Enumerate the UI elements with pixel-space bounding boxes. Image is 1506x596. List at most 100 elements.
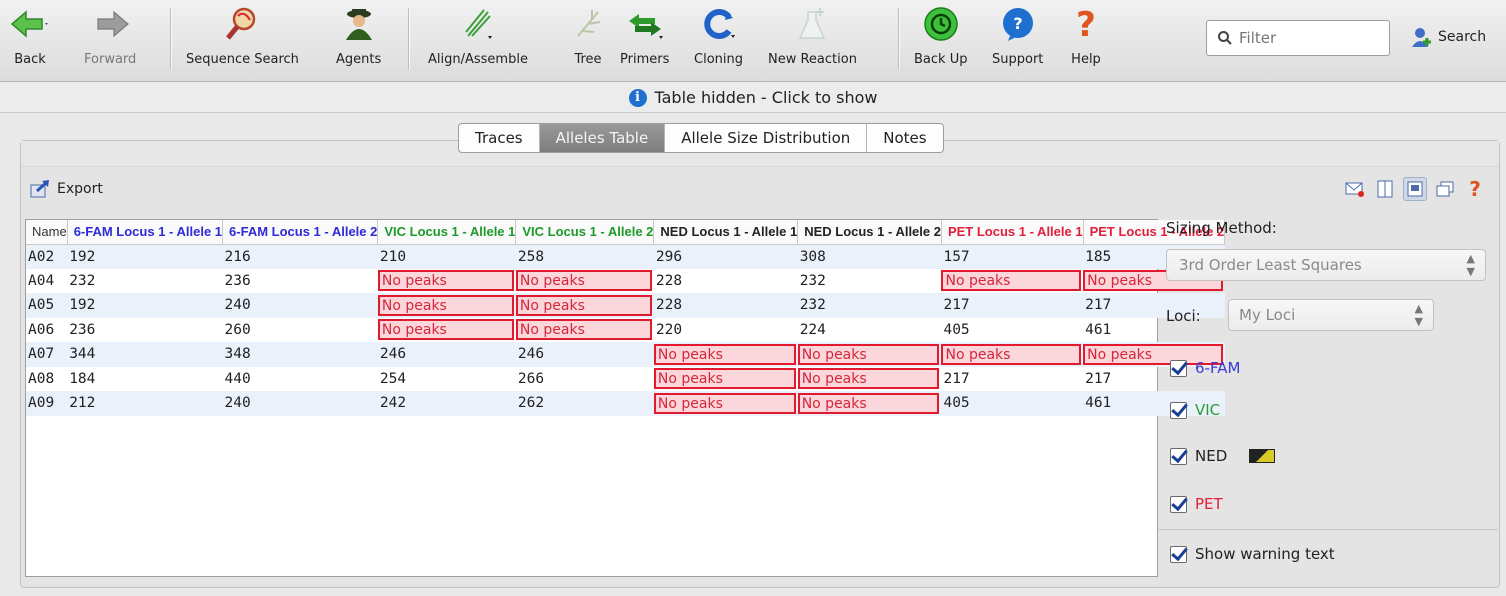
sample-name-cell[interactable]: A09 bbox=[26, 391, 68, 416]
column-header[interactable]: VIC Locus 1 - Allele 1 bbox=[377, 220, 517, 245]
allele-size-cell[interactable]: 440 bbox=[223, 367, 378, 392]
allele-size-cell[interactable]: 228 bbox=[654, 269, 798, 294]
no-peaks-cell[interactable]: No peaks bbox=[377, 318, 516, 343]
table-row[interactable]: A04 232 236 No peaks No peaks 228 232 No peaks N… bbox=[26, 269, 1225, 294]
allele-size-cell[interactable]: 216 bbox=[222, 244, 378, 269]
no-peaks-cell[interactable]: No peaks bbox=[653, 367, 798, 392]
table-row[interactable]: A06 236 260 No peaks No peaks 220 224 405 461 bbox=[26, 318, 1225, 343]
table-row[interactable]: A02 192 216 210 258 296 308 157 185 bbox=[26, 244, 1225, 269]
sequence-search-button[interactable]: Sequence Search bbox=[186, 4, 299, 76]
column-header[interactable]: NED Locus 1 - Allele 2 bbox=[797, 220, 942, 245]
sample-name-cell[interactable]: A08 bbox=[26, 367, 67, 392]
allele-size-cell[interactable]: 246 bbox=[377, 342, 516, 367]
tree-button[interactable]: Tree bbox=[568, 4, 608, 76]
tab-notes[interactable]: Notes bbox=[867, 124, 942, 152]
allele-size-cell[interactable]: 210 bbox=[377, 244, 516, 269]
column-header[interactable]: NED Locus 1 - Allele 1 bbox=[653, 220, 799, 245]
filter-field[interactable] bbox=[1206, 20, 1390, 56]
allele-size-cell[interactable]: 242 bbox=[377, 391, 516, 416]
dye-checkbox-6fam[interactable]: 6-FAM bbox=[1170, 359, 1240, 377]
allele-size-cell[interactable]: 260 bbox=[223, 318, 378, 343]
no-peaks-cell[interactable]: No peaks bbox=[797, 391, 942, 416]
allele-size-cell[interactable]: 217 bbox=[941, 293, 1084, 318]
allele-size-cell[interactable]: 157 bbox=[941, 244, 1084, 269]
allele-size-cell[interactable]: 266 bbox=[516, 367, 654, 392]
allele-size-cell[interactable]: 405 bbox=[941, 391, 1084, 416]
back-up-button[interactable]: Back Up bbox=[914, 4, 967, 76]
help-button[interactable]: ? Help bbox=[1066, 4, 1106, 76]
split-view-icon[interactable] bbox=[1403, 177, 1427, 201]
sample-name-cell[interactable]: A05 bbox=[26, 293, 68, 318]
allele-size-cell[interactable]: 240 bbox=[222, 293, 378, 318]
column-header-name[interactable]: Name bbox=[26, 220, 68, 245]
no-peaks-cell[interactable]: No peaks bbox=[797, 342, 942, 367]
allele-size-cell[interactable]: 220 bbox=[654, 318, 798, 343]
cloning-button[interactable]: Cloning bbox=[694, 4, 743, 76]
table-hidden-banner[interactable]: i Table hidden - Click to show bbox=[0, 83, 1506, 113]
no-peaks-cell[interactable]: No peaks bbox=[377, 269, 516, 294]
allele-size-cell[interactable]: 258 bbox=[515, 244, 654, 269]
forward-button[interactable]: Forward bbox=[84, 4, 136, 76]
no-peaks-cell[interactable]: No peaks bbox=[941, 342, 1084, 367]
allele-size-cell[interactable]: 348 bbox=[222, 342, 378, 367]
checkbox-checked-icon[interactable] bbox=[1170, 447, 1187, 465]
allele-size-cell[interactable]: 217 bbox=[941, 367, 1083, 392]
table-row[interactable]: A09 212 240 242 262 No peaks No peaks 405 461 bbox=[26, 391, 1225, 416]
allele-size-cell[interactable]: 212 bbox=[67, 391, 223, 416]
columns-icon[interactable] bbox=[1373, 177, 1397, 201]
dye-checkbox-ned[interactable]: NED bbox=[1170, 447, 1276, 465]
allele-size-cell[interactable]: 262 bbox=[515, 391, 654, 416]
allele-size-cell[interactable]: 405 bbox=[941, 318, 1083, 343]
dye-checkbox-pet[interactable]: PET bbox=[1170, 495, 1223, 513]
allele-size-cell[interactable]: 254 bbox=[378, 367, 516, 392]
no-peaks-cell[interactable]: No peaks bbox=[515, 293, 654, 318]
table-row[interactable]: A07 344 348 246 246 No peaks No peaks No peaks N… bbox=[26, 342, 1225, 367]
new-window-icon[interactable] bbox=[1433, 177, 1457, 201]
allele-size-cell[interactable]: 236 bbox=[67, 318, 222, 343]
no-peaks-cell[interactable]: No peaks bbox=[515, 269, 654, 294]
align-assemble-button[interactable]: Align/Assemble bbox=[428, 4, 528, 76]
allele-size-cell[interactable]: 232 bbox=[797, 293, 942, 318]
checkbox-checked-icon[interactable] bbox=[1170, 359, 1187, 377]
dye-checkbox-vic[interactable]: VIC bbox=[1170, 401, 1220, 419]
no-peaks-cell[interactable]: No peaks bbox=[515, 318, 654, 343]
checkbox-checked-icon[interactable] bbox=[1170, 401, 1187, 419]
tab-allele-size-distribution[interactable]: Allele Size Distribution bbox=[665, 124, 868, 152]
email-icon[interactable] bbox=[1343, 177, 1367, 201]
checkbox-checked-icon[interactable] bbox=[1170, 545, 1187, 563]
no-peaks-cell[interactable]: No peaks bbox=[797, 367, 942, 392]
search-button[interactable]: Search bbox=[1410, 26, 1486, 48]
export-button[interactable]: Export bbox=[29, 179, 103, 199]
support-button[interactable]: ? Support bbox=[992, 4, 1043, 76]
help-question-icon[interactable]: ? bbox=[1463, 177, 1487, 201]
tab-traces[interactable]: Traces bbox=[459, 124, 540, 152]
agents-button[interactable]: Agents bbox=[336, 4, 381, 76]
tab-alleles-table[interactable]: Alleles Table bbox=[539, 124, 666, 152]
no-peaks-cell[interactable]: No peaks bbox=[653, 391, 798, 416]
no-peaks-cell[interactable]: No peaks bbox=[377, 293, 516, 318]
column-header[interactable]: 6-FAM Locus 1 - Allele 1 bbox=[67, 220, 224, 245]
allele-size-cell[interactable]: 224 bbox=[798, 318, 942, 343]
column-header[interactable]: PET Locus 1 - Allele 1 bbox=[941, 220, 1084, 245]
loci-select[interactable]: My Loci ▲ ▼ bbox=[1228, 299, 1434, 331]
allele-size-cell[interactable]: 236 bbox=[223, 269, 378, 294]
sample-name-cell[interactable]: A04 bbox=[26, 269, 67, 294]
sample-name-cell[interactable]: A07 bbox=[26, 342, 68, 367]
allele-size-cell[interactable]: 228 bbox=[653, 293, 798, 318]
allele-size-cell[interactable]: 232 bbox=[67, 269, 222, 294]
sample-name-cell[interactable]: A02 bbox=[26, 244, 68, 269]
column-header[interactable]: 6-FAM Locus 1 - Allele 2 bbox=[222, 220, 379, 245]
sizing-method-select[interactable]: 3rd Order Least Squares ▲ ▼ bbox=[1166, 249, 1486, 281]
allele-size-cell[interactable]: 184 bbox=[67, 367, 222, 392]
back-button[interactable]: Back bbox=[10, 4, 50, 76]
no-peaks-cell[interactable]: No peaks bbox=[653, 342, 798, 367]
no-peaks-cell[interactable]: No peaks bbox=[941, 269, 1083, 294]
allele-size-cell[interactable]: 192 bbox=[67, 244, 223, 269]
new-reaction-button[interactable]: New Reaction bbox=[768, 4, 857, 76]
table-row[interactable]: A05 192 240 No peaks No peaks 228 232 217 217 bbox=[26, 293, 1225, 318]
filter-input[interactable] bbox=[1239, 29, 1369, 47]
show-warning-checkbox[interactable]: Show warning text bbox=[1170, 545, 1335, 563]
primers-button[interactable]: Primers bbox=[620, 4, 669, 76]
allele-size-cell[interactable]: 246 bbox=[515, 342, 654, 367]
allele-size-cell[interactable]: 192 bbox=[67, 293, 223, 318]
